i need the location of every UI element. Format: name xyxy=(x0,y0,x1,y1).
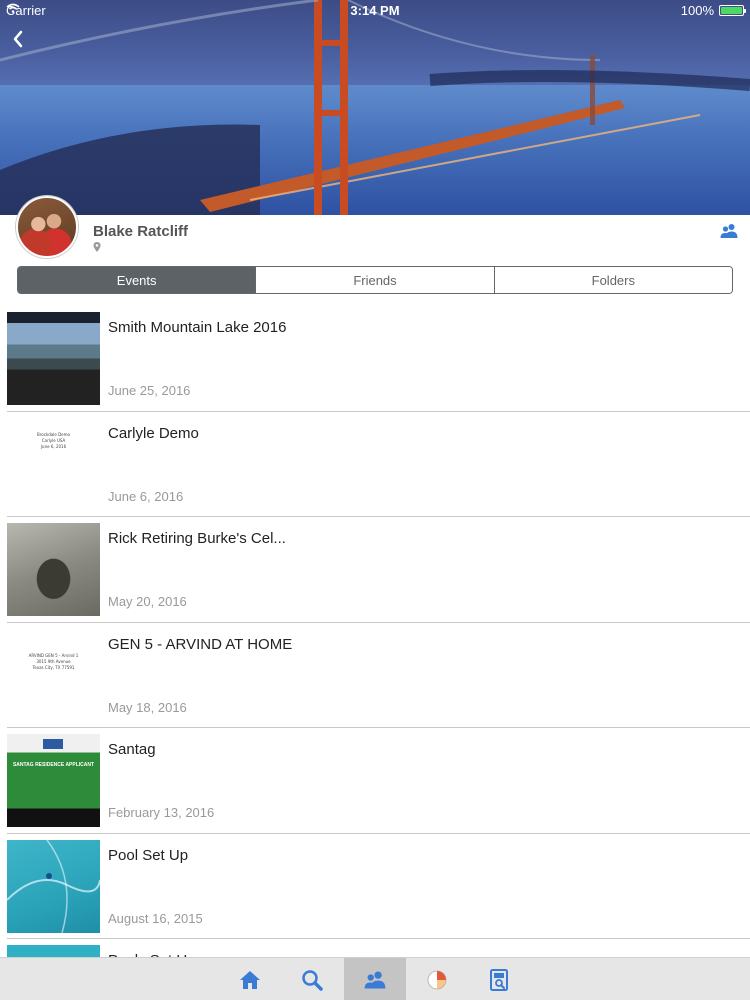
profile-name: Blake Ratcliff xyxy=(93,223,189,240)
event-thumbnail: SANTAG RESIDENCE APPLICANT xyxy=(7,734,100,827)
event-date: August 16, 2015 xyxy=(108,910,203,926)
cover-photo: Carrier 3:14 PM 100% xyxy=(0,0,750,215)
thumb-text-line: Texas City, TX 77591 xyxy=(32,664,75,670)
event-title: Smith Mountain Lake 2016 xyxy=(108,319,287,336)
app-screen: Carrier 3:14 PM 100% Blake Ratcliff Even… xyxy=(0,0,750,1000)
album-icon xyxy=(490,968,508,991)
tab-friends[interactable] xyxy=(344,958,406,1000)
pool-photo xyxy=(7,839,100,933)
event-date: June 25, 2016 xyxy=(108,383,191,398)
list-item[interactable]: Brockdale Demo Carlyle USA June 6, 2016 … xyxy=(0,412,750,517)
search-icon xyxy=(302,969,323,991)
friends-icon[interactable] xyxy=(720,223,738,239)
tab-albums[interactable] xyxy=(468,958,530,1000)
event-title: Carlyle Demo xyxy=(108,424,199,442)
back-button[interactable] xyxy=(12,30,36,58)
thumb-text-line: ARVIND GEN 5 - Arvind 1 xyxy=(28,652,79,658)
tab-home[interactable] xyxy=(219,958,281,1000)
event-title: Rick Retiring Burke's Cel... xyxy=(108,530,286,547)
event-date: May 18, 2016 xyxy=(108,699,187,715)
chevron-left-icon xyxy=(13,30,23,48)
battery-percent: 100% xyxy=(680,3,714,18)
list-item[interactable]: Rick Retiring Burke's Cel... May 20, 201… xyxy=(0,517,750,623)
event-thumbnail: Brockdale Demo Carlyle USA June 6, 2016 xyxy=(7,417,100,511)
battery-icon xyxy=(719,5,746,16)
status-right: 100% xyxy=(680,3,746,18)
event-date: May 20, 2016 xyxy=(108,594,187,609)
event-title: Santag xyxy=(108,741,156,758)
segment-folders[interactable]: Folders xyxy=(493,267,732,293)
location-pin-icon xyxy=(93,242,101,252)
avatar[interactable] xyxy=(16,196,78,258)
segmented-control: Events Friends Folders xyxy=(17,266,733,294)
segment-events[interactable]: Events xyxy=(18,267,256,293)
event-thumbnail: ARVIND GEN 5 - Arvind 1 3015 9th Avenue … xyxy=(7,628,100,722)
pie-chart-icon xyxy=(427,970,447,989)
home-icon xyxy=(240,970,260,989)
bridge-illustration xyxy=(0,0,750,215)
event-title: Pool Set Up xyxy=(108,846,189,864)
segment-friends[interactable]: Friends xyxy=(255,267,494,293)
event-thumbnail xyxy=(7,839,100,933)
santag-logo xyxy=(43,739,63,749)
list-item[interactable]: Pool Set Up August 16, 2015 xyxy=(0,834,750,939)
status-time: 3:14 PM xyxy=(350,3,400,18)
list-item[interactable]: ARVIND GEN 5 - Arvind 1 3015 9th Avenue … xyxy=(0,623,750,728)
tab-bar xyxy=(0,957,750,1000)
thumb-text-line: June 6, 2016 xyxy=(40,443,67,449)
events-list: Smith Mountain Lake 2016 June 25, 2016 B… xyxy=(0,306,750,1000)
event-date: February 13, 2016 xyxy=(108,805,215,820)
thumb-text-line: Brockdale Demo xyxy=(37,431,70,437)
status-bar: Carrier 3:14 PM 100% xyxy=(0,0,750,22)
event-date: June 6, 2016 xyxy=(108,488,184,504)
list-item[interactable]: SANTAG RESIDENCE APPLICANT Santag Februa… xyxy=(0,728,750,834)
thumb-text-line: Carlyle USA xyxy=(41,437,66,443)
event-title: GEN 5 - ARVIND AT HOME xyxy=(108,635,293,653)
event-thumbnail xyxy=(7,312,100,405)
list-item[interactable]: Smith Mountain Lake 2016 June 25, 2016 xyxy=(0,306,750,412)
thumb-banner-text: SANTAG RESIDENCE APPLICANT xyxy=(12,762,95,768)
tab-activity[interactable] xyxy=(406,958,468,1000)
event-thumbnail xyxy=(7,523,100,616)
thumb-text-line: 3015 9th Avenue xyxy=(36,658,71,664)
friends-icon xyxy=(364,970,386,989)
tab-search[interactable] xyxy=(281,958,343,1000)
